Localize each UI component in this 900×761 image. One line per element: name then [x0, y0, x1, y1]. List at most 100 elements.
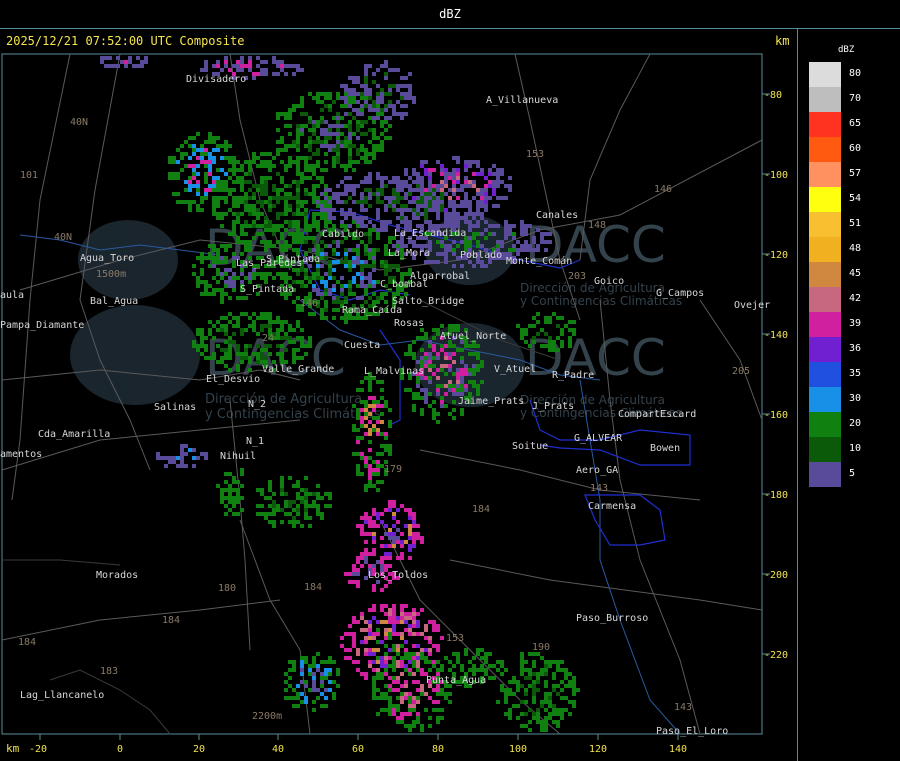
echo-cell [384, 584, 388, 588]
echo-cell [264, 224, 268, 228]
echo-cell [428, 648, 432, 652]
echo-cell [364, 464, 368, 468]
echo-cell [464, 176, 468, 180]
echo-cell [392, 208, 396, 212]
echo-cell [412, 168, 416, 172]
echo-cell [452, 344, 456, 348]
echo-cell [412, 720, 416, 724]
echo-cell [376, 416, 380, 420]
echo-cell [408, 96, 412, 100]
echo-cell [192, 152, 196, 156]
echo-cell [464, 200, 468, 204]
echo-cell [192, 340, 196, 344]
echo-cell [420, 632, 424, 636]
echo-cell [416, 212, 420, 216]
echo-cell [408, 544, 412, 548]
echo-cell [388, 532, 392, 536]
echo-cell [332, 148, 336, 152]
echo-cell [320, 92, 324, 96]
echo-cell [464, 652, 468, 656]
echo-cell [368, 284, 372, 288]
echo-cell [232, 340, 236, 344]
echo-cell [312, 492, 316, 496]
echo-cell [224, 328, 228, 332]
echo-cell [380, 696, 384, 700]
echo-cell [436, 384, 440, 388]
echo-cell [520, 724, 524, 728]
echo-cell [432, 408, 436, 412]
echo-cell [276, 196, 280, 200]
echo-cell [344, 164, 348, 168]
echo-cell [560, 708, 564, 712]
echo-cell [484, 188, 488, 192]
echo-cell [516, 248, 520, 252]
echo-cell [216, 176, 220, 180]
echo-cell [308, 312, 312, 316]
echo-cell [532, 316, 536, 320]
echo-cell [372, 676, 376, 680]
echo-cell [248, 196, 252, 200]
echo-cell [340, 212, 344, 216]
echo-cell [472, 160, 476, 164]
echo-cell [120, 60, 124, 64]
echo-cell [428, 640, 432, 644]
echo-cell [212, 156, 216, 160]
echo-cell [388, 92, 392, 96]
echo-cell [372, 696, 376, 700]
echo-cell [324, 688, 328, 692]
echo-cell [464, 180, 468, 184]
echo-cell [348, 128, 352, 132]
x-tick-label: 120 [589, 744, 607, 755]
echo-cell [344, 168, 348, 172]
echo-cell [380, 120, 384, 124]
echo-cell [384, 128, 388, 132]
echo-cell [376, 432, 380, 436]
echo-cell [364, 560, 368, 564]
echo-cell [448, 380, 452, 384]
radar-map[interactable]: DACC DACC Dirección de Agricultura y Con… [0, 0, 900, 761]
echo-cell [356, 124, 360, 128]
echo-cell [564, 676, 568, 680]
echo-cell [296, 348, 300, 352]
echo-cell [348, 132, 352, 136]
echo-cell [480, 656, 484, 660]
echo-cell [256, 224, 260, 228]
echo-cell [376, 232, 380, 236]
echo-cell [352, 108, 356, 112]
echo-cell [284, 336, 288, 340]
echo-cell [392, 176, 396, 180]
echo-cell [372, 248, 376, 252]
echo-cell [284, 696, 288, 700]
echo-cell [448, 388, 452, 392]
echo-cell [548, 232, 552, 236]
echo-cell [244, 248, 248, 252]
echo-cell [332, 224, 336, 228]
echo-cell [268, 204, 272, 208]
echo-cell [540, 656, 544, 660]
echo-cell [232, 212, 236, 216]
echo-cell [384, 228, 388, 232]
echo-cell [248, 240, 252, 244]
echo-cell [348, 196, 352, 200]
echo-cell [488, 180, 492, 184]
echo-cell [252, 212, 256, 216]
echo-cell [360, 92, 364, 96]
echo-cell [492, 164, 496, 168]
echo-cell [536, 720, 540, 724]
echo-cell [292, 248, 296, 252]
echo-cell [552, 712, 556, 716]
echo-cell [440, 196, 444, 200]
echo-cell [228, 296, 232, 300]
echo-cell [500, 684, 504, 688]
echo-cell [348, 648, 352, 652]
echo-cell [536, 672, 540, 676]
echo-cell [312, 680, 316, 684]
echo-cell [216, 360, 220, 364]
echo-cell [384, 136, 388, 140]
echo-cell [364, 76, 368, 80]
echo-cell [484, 196, 488, 200]
echo-cell [364, 284, 368, 288]
echo-cell [392, 180, 396, 184]
echo-cell [284, 688, 288, 692]
echo-cell [224, 56, 228, 60]
